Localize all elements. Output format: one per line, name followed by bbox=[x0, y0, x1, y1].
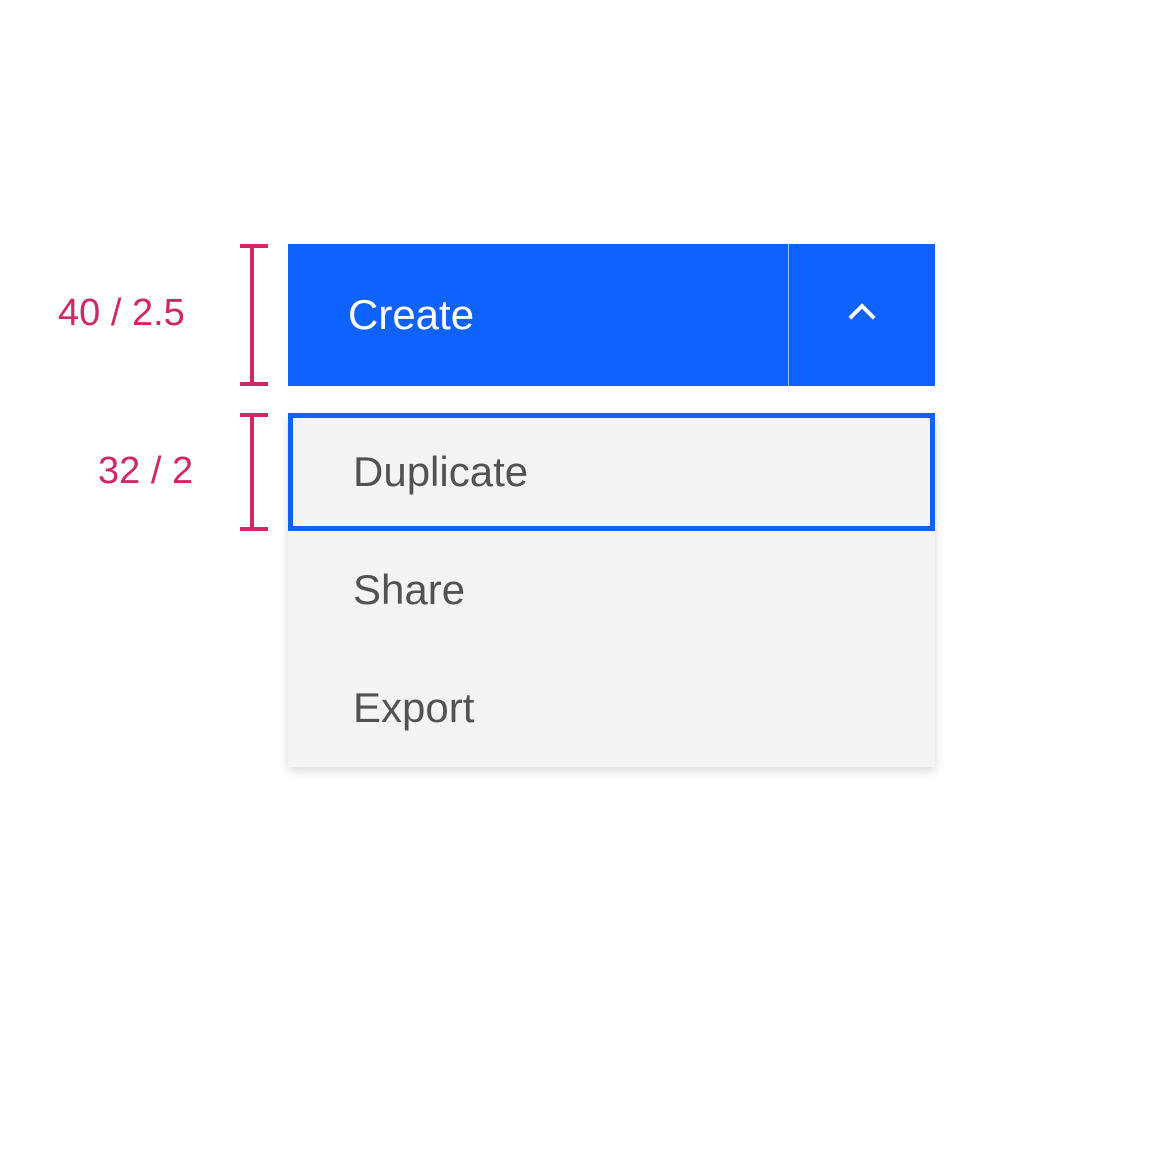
split-button: Create bbox=[288, 244, 935, 386]
menu-item-share[interactable]: Share bbox=[288, 531, 935, 649]
menu-item-duplicate[interactable]: Duplicate bbox=[288, 413, 935, 531]
spec-bracket-menu-item-height bbox=[230, 413, 270, 531]
dropdown-menu: Duplicate Share Export bbox=[288, 413, 935, 767]
create-button[interactable]: Create bbox=[288, 244, 789, 386]
dropdown-button-spec: Create Duplicate Share Export bbox=[288, 244, 935, 767]
spec-bracket-button-height bbox=[230, 244, 270, 386]
menu-item-label: Export bbox=[353, 684, 474, 732]
dropdown-toggle-button[interactable] bbox=[789, 244, 935, 386]
menu-item-label: Share bbox=[353, 566, 465, 614]
menu-item-export[interactable]: Export bbox=[288, 649, 935, 767]
create-button-label: Create bbox=[348, 291, 474, 339]
spec-label-menu-item-height: 32 / 2 bbox=[98, 450, 193, 493]
chevron-up-icon bbox=[841, 292, 883, 339]
menu-item-label: Duplicate bbox=[353, 448, 528, 496]
spec-label-button-height: 40 / 2.5 bbox=[58, 292, 185, 335]
